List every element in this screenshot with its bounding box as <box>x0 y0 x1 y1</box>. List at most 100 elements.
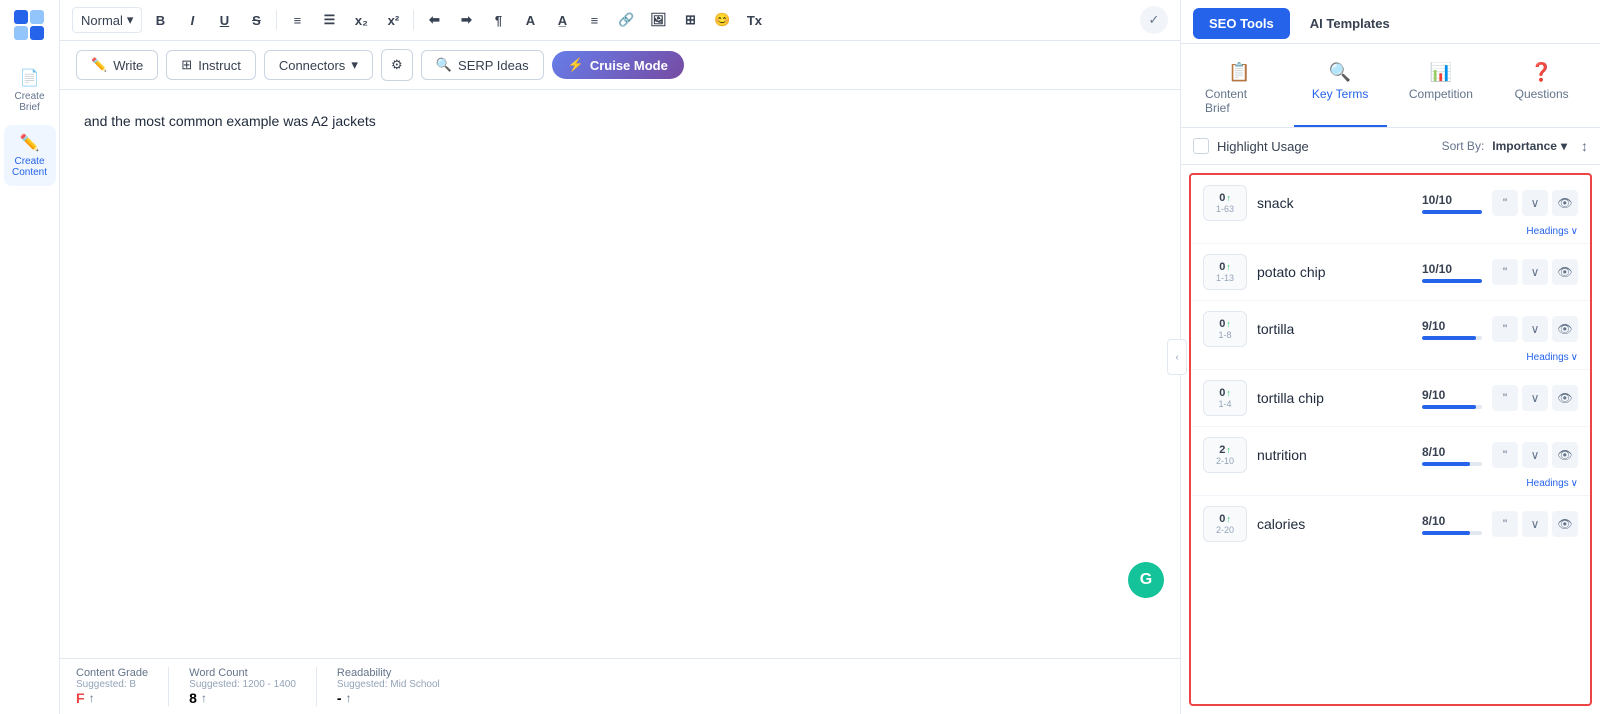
toolbar-check-button[interactable]: ✓ <box>1140 6 1168 34</box>
term-name-tortilla: tortilla <box>1257 321 1412 337</box>
nav-content-brief[interactable]: 📋 Content Brief <box>1193 56 1286 127</box>
key-terms-icon: 🔍 <box>1329 62 1351 83</box>
nav-questions-label: Questions <box>1515 87 1569 101</box>
term-expand-btn-nutrition[interactable]: ∨ <box>1522 442 1548 468</box>
term-name-potato-chip: potato chip <box>1257 264 1412 280</box>
term-eye-btn-snack[interactable]: 👁 <box>1552 190 1578 216</box>
term-eye-btn-tortilla-chip[interactable]: 👁 <box>1552 385 1578 411</box>
subscript-button[interactable]: x₂ <box>347 6 375 34</box>
term-range-calories: 2-20 <box>1216 525 1234 535</box>
term-expand-btn-tortilla-chip[interactable]: ∨ <box>1522 385 1548 411</box>
bottom-bar: Content Grade Suggested: B F ↑ Word Coun… <box>60 658 1180 714</box>
paragraph-button[interactable]: ¶ <box>484 6 512 34</box>
term-count-tortilla: 0 ↑ <box>1219 318 1231 330</box>
key-terms-list: 0 ↑ 1-63 snack 10/10 " ∨ 👁 Headings ∨ <box>1189 173 1592 706</box>
nav-questions[interactable]: ❓ Questions <box>1495 56 1588 127</box>
editor-content[interactable]: and the most common example was A2 jacke… <box>60 90 1180 658</box>
connectors-button[interactable]: Connectors ▾ <box>264 50 373 80</box>
grammarly-button[interactable]: G <box>1128 562 1164 598</box>
underline-button[interactable]: U <box>210 6 238 34</box>
table-button[interactable]: ⊞ <box>676 6 704 34</box>
sort-order-button[interactable]: ↕ <box>1581 138 1588 154</box>
term-quote-btn-tortilla[interactable]: " <box>1492 316 1518 342</box>
ordered-list-button[interactable]: ≡ <box>283 6 311 34</box>
term-eye-btn-tortilla[interactable]: 👁 <box>1552 316 1578 342</box>
term-quote-btn-tortilla-chip[interactable]: " <box>1492 385 1518 411</box>
write-icon: ✏️ <box>91 57 107 73</box>
strikethrough-button[interactable]: S <box>242 6 270 34</box>
term-expand-btn-potato-chip[interactable]: ∨ <box>1522 259 1548 285</box>
settings-button[interactable]: ⚙ <box>381 49 413 81</box>
term-score-bar-snack <box>1422 210 1482 214</box>
term-score-calories: 8/10 <box>1422 514 1482 535</box>
align-left-button[interactable]: ⬅ <box>420 6 448 34</box>
term-quote-btn-nutrition[interactable]: " <box>1492 442 1518 468</box>
italic-button[interactable]: I <box>178 6 206 34</box>
sidebar-item-create-brief[interactable]: 📄 Create Brief <box>4 60 56 121</box>
term-quote-btn-snack[interactable]: " <box>1492 190 1518 216</box>
font-color-button[interactable]: A <box>516 6 544 34</box>
readability-arrow: ↑ <box>346 691 352 705</box>
term-range-nutrition: 2-10 <box>1216 456 1234 466</box>
term-expand-btn-tortilla[interactable]: ∨ <box>1522 316 1548 342</box>
term-row-snack: 0 ↑ 1-63 snack 10/10 " ∨ 👁 Headings ∨ <box>1191 175 1590 244</box>
emoji-button[interactable]: 😊 <box>708 6 736 34</box>
connectors-label: Connectors <box>279 58 345 73</box>
align-right-button[interactable]: ➡ <box>452 6 480 34</box>
tab-seo-tools[interactable]: SEO Tools <box>1193 8 1290 39</box>
format-select[interactable]: Normal ▾ <box>72 7 142 33</box>
term-row-tortilla-chip: 0 ↑ 1-4 tortilla chip 9/10 " ∨ 👁 <box>1191 370 1590 427</box>
bold-button[interactable]: B <box>146 6 174 34</box>
cruise-label: Cruise Mode <box>590 58 668 73</box>
term-score-potato-chip: 10/10 <box>1422 262 1482 283</box>
toolbar-divider-1 <box>276 10 277 30</box>
term-headings-tortilla[interactable]: Headings ∨ <box>1526 352 1578 363</box>
serp-icon: 🔍 <box>436 57 452 73</box>
superscript-button[interactable]: x² <box>379 6 407 34</box>
clear-format-button[interactable]: Tx <box>740 6 768 34</box>
nav-key-terms[interactable]: 🔍 Key Terms <box>1294 56 1387 127</box>
term-quote-btn-potato-chip[interactable]: " <box>1492 259 1518 285</box>
sidebar-item-create-brief-label: Create Brief <box>8 91 52 113</box>
term-score-fill-calories <box>1422 531 1470 535</box>
sidebar-item-create-content[interactable]: ✏️ Create Content <box>4 125 56 186</box>
term-quote-btn-calories[interactable]: " <box>1492 511 1518 537</box>
term-score-fill-nutrition <box>1422 462 1470 466</box>
term-eye-btn-potato-chip[interactable]: 👁 <box>1552 259 1578 285</box>
instruct-label: Instruct <box>198 58 241 73</box>
unordered-list-button[interactable]: ☰ <box>315 6 343 34</box>
term-range-snack: 1-63 <box>1216 204 1234 214</box>
cruise-mode-button[interactable]: ⚡ Cruise Mode <box>552 51 684 79</box>
format-select-arrow: ▾ <box>127 12 134 28</box>
term-score-fill-snack <box>1422 210 1482 214</box>
font-highlight-button[interactable]: A̲ <box>548 6 576 34</box>
tab-ai-templates[interactable]: AI Templates <box>1294 8 1406 43</box>
term-expand-btn-snack[interactable]: ∨ <box>1522 190 1548 216</box>
highlight-usage-checkbox[interactable] <box>1193 138 1209 154</box>
word-count-arrow: ↑ <box>201 691 207 705</box>
nav-competition[interactable]: 📊 Competition <box>1395 56 1488 127</box>
term-count-tortilla-chip: 0 ↑ <box>1219 387 1231 399</box>
sort-select[interactable]: Importance ▾ <box>1492 139 1567 153</box>
write-button[interactable]: ✏️ Write <box>76 50 158 80</box>
link-button[interactable]: 🔗 <box>612 6 640 34</box>
term-expand-btn-calories[interactable]: ∨ <box>1522 511 1548 537</box>
term-headings-nutrition[interactable]: Headings ∨ <box>1526 478 1578 489</box>
panel-collapse-button[interactable]: ‹ <box>1167 339 1187 375</box>
serp-ideas-button[interactable]: 🔍 SERP Ideas <box>421 50 544 80</box>
questions-icon: ❓ <box>1530 62 1552 83</box>
term-score-snack: 10/10 <box>1422 193 1482 214</box>
term-score-fill-tortilla <box>1422 336 1476 340</box>
panel-top-tabs: SEO Tools AI Templates <box>1181 0 1600 44</box>
term-score-bar-tortilla-chip <box>1422 405 1482 409</box>
instruct-button[interactable]: ⊞ Instruct <box>166 50 256 80</box>
term-headings-snack[interactable]: Headings ∨ <box>1526 226 1578 237</box>
content-grade-value: F ↑ <box>76 690 148 706</box>
content-grade-stat: Content Grade Suggested: B F ↑ <box>76 667 169 706</box>
image-button[interactable]: 🖼 <box>644 6 672 34</box>
tab-ai-templates-label: AI Templates <box>1310 16 1390 31</box>
nav-key-terms-label: Key Terms <box>1312 87 1368 101</box>
align-justify-button[interactable]: ≡ <box>580 6 608 34</box>
term-eye-btn-nutrition[interactable]: 👁 <box>1552 442 1578 468</box>
term-eye-btn-calories[interactable]: 👁 <box>1552 511 1578 537</box>
